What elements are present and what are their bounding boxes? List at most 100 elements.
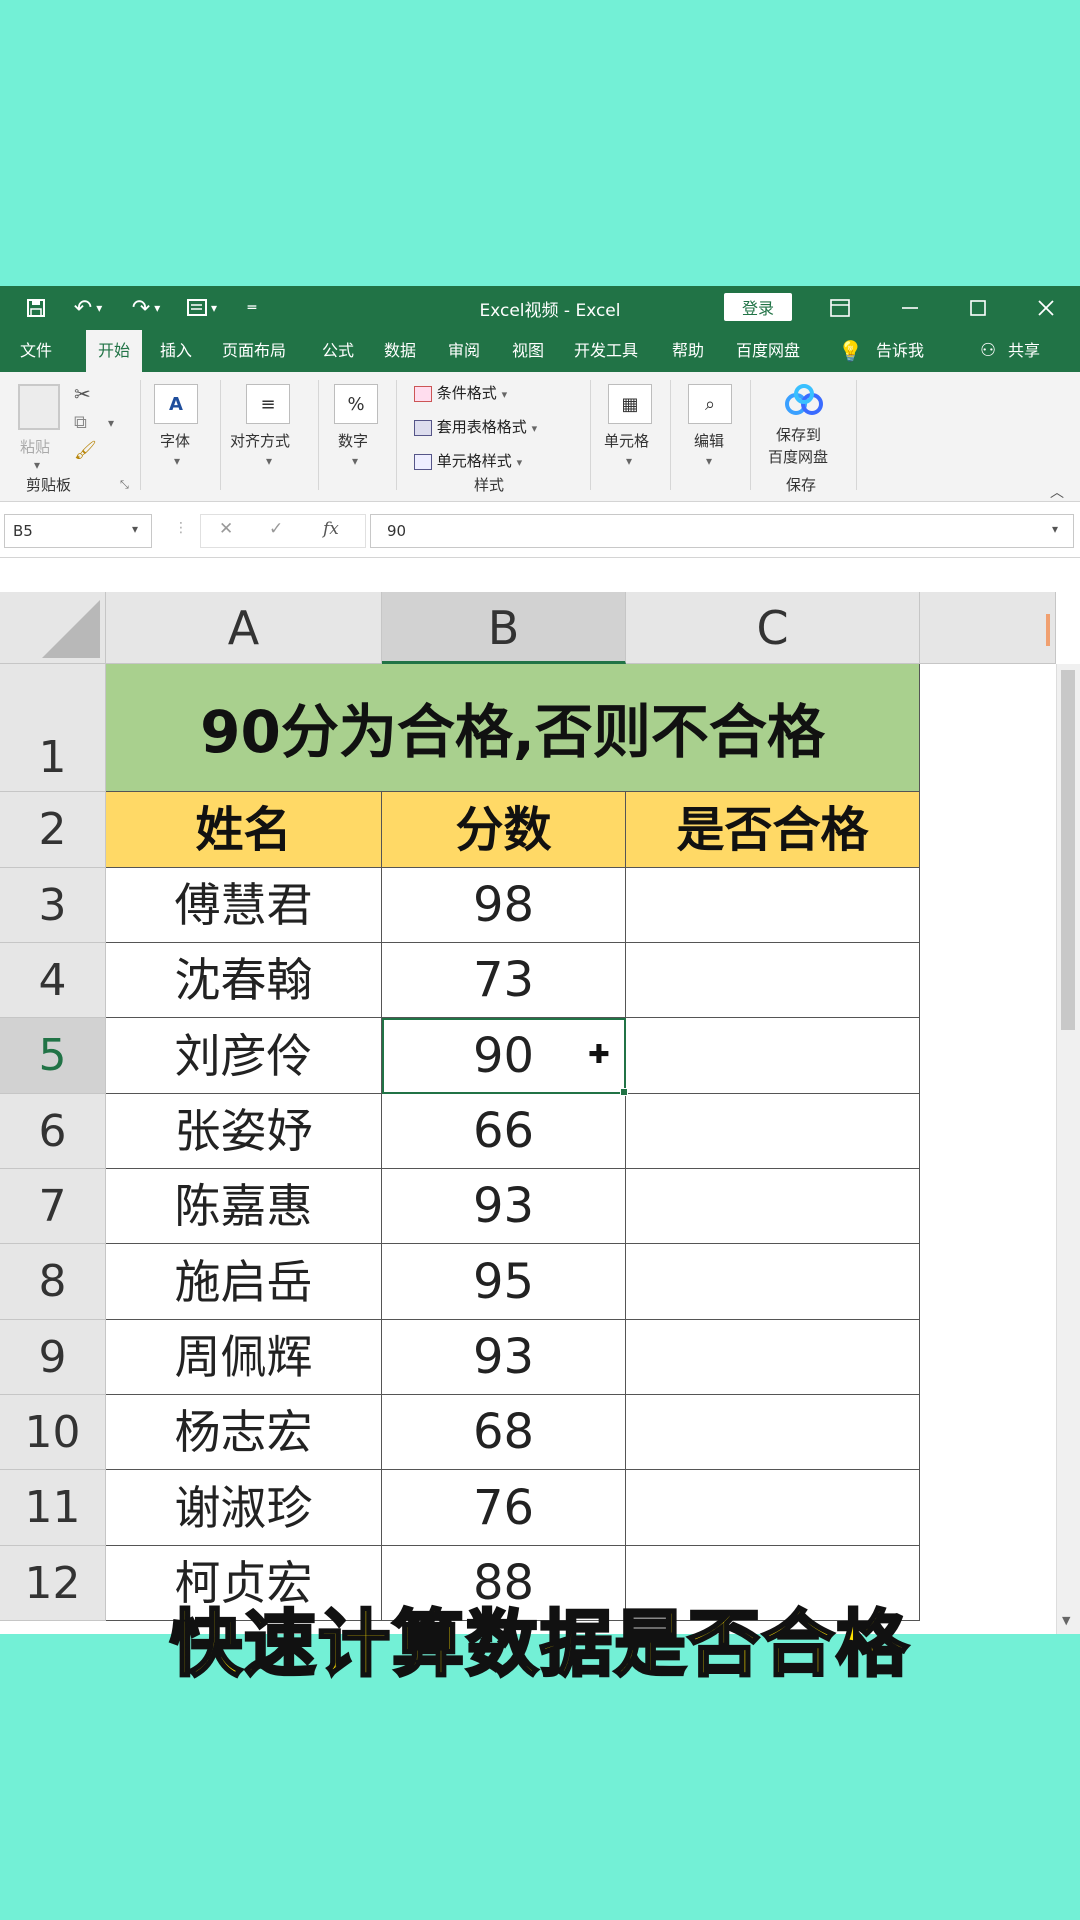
- lightbulb-icon[interactable]: 💡: [838, 330, 863, 372]
- tab-page-layout[interactable]: 页面布局: [222, 330, 286, 372]
- header-name[interactable]: 姓名: [106, 792, 382, 868]
- user-icon[interactable]: ⚇: [980, 330, 996, 372]
- name-cell[interactable]: 张姿妤: [106, 1094, 382, 1169]
- confirm-entry-icon[interactable]: ✓: [269, 519, 283, 539]
- name-box[interactable]: B5: [4, 514, 152, 548]
- formula-input[interactable]: 90: [370, 514, 1074, 548]
- tab-home[interactable]: 开始: [86, 330, 143, 372]
- cells-icon[interactable]: ▦: [608, 384, 652, 424]
- score-cell[interactable]: 76: [382, 1470, 626, 1546]
- tab-data[interactable]: 数据: [384, 330, 416, 372]
- undo-icon[interactable]: ↶ ▾: [66, 294, 110, 322]
- row-header-6[interactable]: 6: [0, 1094, 106, 1169]
- conditional-format-item[interactable]: 条件格式 ▾: [414, 382, 507, 403]
- score-cell[interactable]: 66: [382, 1094, 626, 1169]
- name-cell[interactable]: 陈嘉惠: [106, 1169, 382, 1244]
- align-icon[interactable]: ≡: [246, 384, 290, 424]
- tab-formulas[interactable]: 公式: [322, 330, 354, 372]
- header-score[interactable]: 分数: [382, 792, 626, 868]
- alignment-label[interactable]: 对齐方式: [230, 430, 290, 451]
- table-format-item[interactable]: 套用表格格式 ▾: [414, 416, 537, 437]
- customize-toolbar-icon[interactable]: ═: [240, 294, 264, 322]
- row-header-9[interactable]: 9: [0, 1320, 106, 1395]
- name-cell[interactable]: 施启岳: [106, 1244, 382, 1320]
- score-cell[interactable]: 93: [382, 1320, 626, 1395]
- copy-icon[interactable]: ⧉: [74, 412, 87, 433]
- font-label[interactable]: 字体: [160, 430, 190, 451]
- name-cell[interactable]: 刘彦伶: [106, 1018, 382, 1094]
- cut-icon[interactable]: ✂: [74, 382, 91, 406]
- column-header-a[interactable]: A: [106, 592, 382, 664]
- row-header-1[interactable]: 1: [0, 664, 106, 792]
- column-header-b[interactable]: B: [382, 592, 626, 664]
- tab-insert[interactable]: 插入: [160, 330, 192, 372]
- paste-icon[interactable]: [18, 384, 60, 430]
- row-header-10[interactable]: 10: [0, 1395, 106, 1470]
- share-button[interactable]: 共享: [1008, 330, 1040, 372]
- cell-styles-item[interactable]: 单元格样式 ▾: [414, 450, 522, 471]
- cells-label[interactable]: 单元格: [604, 430, 649, 451]
- row-header-2[interactable]: 2: [0, 792, 106, 868]
- title-cell[interactable]: 90分为合格,否则不合格: [106, 664, 920, 792]
- row-header-4[interactable]: 4: [0, 943, 106, 1018]
- save-to-label[interactable]: 保存到: [776, 424, 821, 445]
- font-icon[interactable]: A: [154, 384, 198, 424]
- maximize-icon[interactable]: [964, 294, 992, 322]
- row-header-11[interactable]: 11: [0, 1470, 106, 1546]
- form-icon[interactable]: ▾: [180, 294, 224, 322]
- expand-formula-icon[interactable]: ▾: [1052, 522, 1058, 536]
- ribbon-display-icon[interactable]: [826, 294, 854, 322]
- dialog-launcher-icon[interactable]: ⤡: [120, 478, 129, 492]
- name-cell[interactable]: 周佩辉: [106, 1320, 382, 1395]
- baidu-netdisk-label[interactable]: 百度网盘: [768, 446, 828, 467]
- header-pass[interactable]: 是否合格: [626, 792, 920, 868]
- column-header-empty[interactable]: [920, 592, 1056, 664]
- vertical-scrollbar[interactable]: ▼: [1056, 664, 1080, 1634]
- pass-cell[interactable]: [626, 1169, 920, 1244]
- pass-cell[interactable]: [626, 1395, 920, 1470]
- split-box-icon[interactable]: [1046, 614, 1050, 646]
- name-cell[interactable]: 谢淑珍: [106, 1470, 382, 1546]
- pass-cell[interactable]: [626, 868, 920, 943]
- row-header-3[interactable]: 3: [0, 868, 106, 943]
- redo-icon[interactable]: ↷ ▾: [124, 294, 168, 322]
- pass-cell[interactable]: [626, 943, 920, 1018]
- pass-cell[interactable]: [626, 1094, 920, 1169]
- login-button[interactable]: 登录: [724, 293, 792, 321]
- pass-cell[interactable]: [626, 1244, 920, 1320]
- collapse-ribbon-icon[interactable]: ︿: [1050, 482, 1064, 502]
- fill-handle[interactable]: [620, 1088, 628, 1096]
- tab-review[interactable]: 审阅: [448, 330, 480, 372]
- editing-label[interactable]: 编辑: [694, 430, 724, 451]
- tab-view[interactable]: 视图: [512, 330, 544, 372]
- pass-cell[interactable]: [626, 1470, 920, 1546]
- score-cell[interactable]: 95: [382, 1244, 626, 1320]
- column-header-c[interactable]: C: [626, 592, 920, 664]
- tab-help[interactable]: 帮助: [672, 330, 704, 372]
- tab-file[interactable]: 文件: [20, 330, 52, 372]
- minimize-icon[interactable]: [896, 294, 924, 322]
- paste-label[interactable]: 粘贴: [20, 436, 50, 457]
- baidu-netdisk-icon[interactable]: [782, 382, 826, 422]
- name-cell[interactable]: 杨志宏: [106, 1395, 382, 1470]
- close-icon[interactable]: [1032, 294, 1060, 322]
- row-header-8[interactable]: 8: [0, 1244, 106, 1320]
- insert-function-icon[interactable]: fx: [323, 519, 339, 539]
- find-icon[interactable]: ⌕: [688, 384, 732, 424]
- format-painter-icon[interactable]: 🖌: [74, 440, 97, 461]
- score-cell[interactable]: 73: [382, 943, 626, 1018]
- scroll-thumb[interactable]: [1061, 670, 1075, 1030]
- score-cell[interactable]: 98: [382, 868, 626, 943]
- row-header-5[interactable]: 5: [0, 1018, 106, 1094]
- tab-baidu-netdisk[interactable]: 百度网盘: [736, 330, 800, 372]
- tell-me-search[interactable]: 告诉我: [876, 330, 924, 372]
- cancel-entry-icon[interactable]: ✕: [219, 519, 233, 539]
- tab-developer[interactable]: 开发工具: [574, 330, 638, 372]
- name-cell[interactable]: 沈春翰: [106, 943, 382, 1018]
- score-cell[interactable]: 68: [382, 1395, 626, 1470]
- percent-icon[interactable]: %: [334, 384, 378, 424]
- name-cell[interactable]: 傅慧君: [106, 868, 382, 943]
- number-label[interactable]: 数字: [338, 430, 368, 451]
- name-box-dropdown-icon[interactable]: ▾: [132, 522, 138, 536]
- row-header-7[interactable]: 7: [0, 1169, 106, 1244]
